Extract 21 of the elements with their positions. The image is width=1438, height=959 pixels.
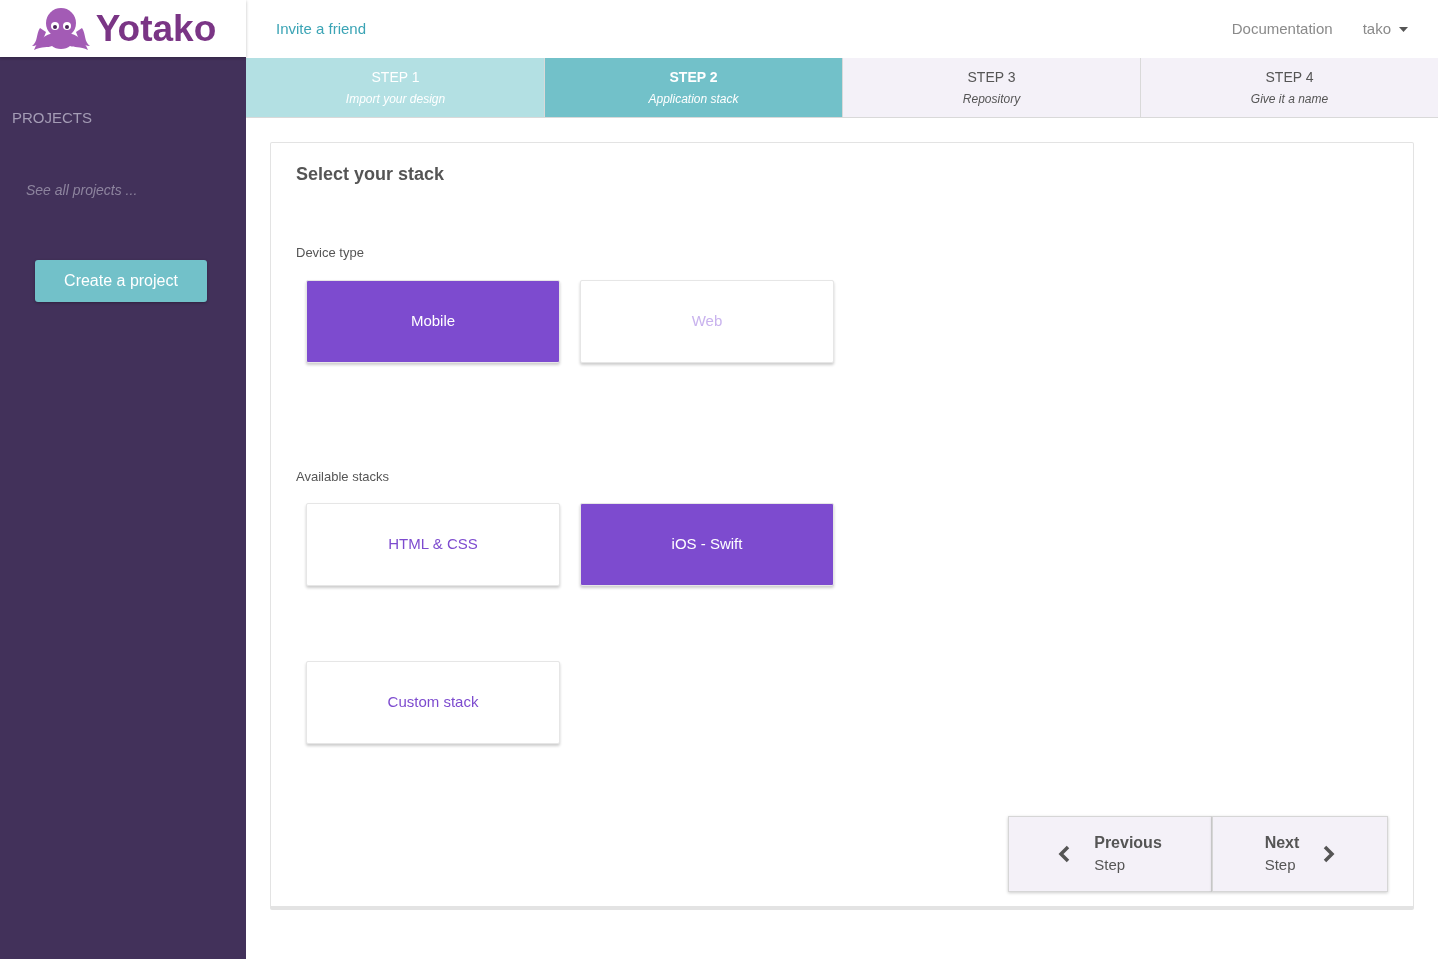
octopus-logo-icon <box>29 5 92 52</box>
option-card[interactable]: iOS - Swift <box>580 503 834 586</box>
option-card[interactable]: Mobile <box>306 279 560 363</box>
sidebar-heading: PROJECTS <box>12 108 93 128</box>
user-menu[interactable]: tako <box>1362 17 1408 41</box>
section-label: Device type <box>296 244 365 262</box>
chevron-right-icon <box>1323 845 1336 863</box>
section-label: Available stacks <box>296 467 390 486</box>
option-card[interactable]: HTML & CSS <box>306 503 560 586</box>
option-card[interactable]: Custom stack <box>306 661 560 744</box>
documentation-link[interactable]: Documentation <box>1231 17 1333 41</box>
card-title: Select your stack <box>296 163 446 186</box>
step-tab[interactable]: STEP 4 Give it a name <box>1140 58 1438 117</box>
chevron-left-icon <box>1058 845 1071 863</box>
caret-icon <box>1399 26 1408 32</box>
step-tab[interactable]: STEP 3 Repository <box>842 58 1140 117</box>
next-step-button[interactable]: Next Step <box>1212 816 1388 892</box>
see-all-projects-link[interactable]: See all projects ... <box>26 179 246 201</box>
logo-text: Yotako <box>95 6 217 51</box>
previous-step-button[interactable]: Previous Step <box>1008 816 1212 892</box>
invite-friend-link[interactable]: Invite a friend <box>276 17 367 41</box>
